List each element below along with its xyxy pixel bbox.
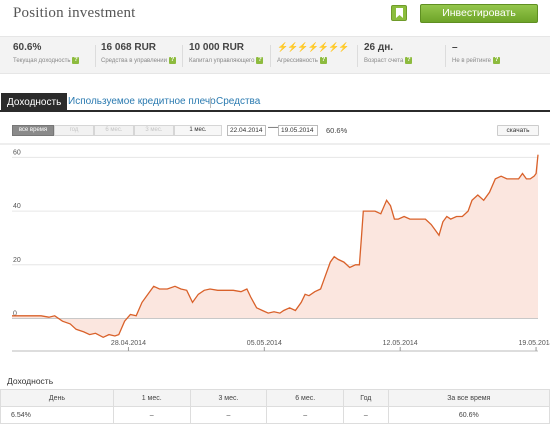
column-header: 3 мес. xyxy=(189,389,268,407)
period-all-time[interactable]: все время xyxy=(12,125,54,136)
column-header: Год xyxy=(343,389,389,407)
y-tick-label: 60 xyxy=(13,149,21,156)
help-icon[interactable]: ? xyxy=(493,57,501,64)
help-icon[interactable]: ? xyxy=(256,57,264,64)
date-to-input[interactable]: 19.05.2014 xyxy=(278,125,318,136)
bookmark-icon xyxy=(396,8,403,18)
tab-separator xyxy=(210,97,211,108)
table-header-row: День 1 мес. 3 мес. 6 мес. Год За все вре… xyxy=(0,389,550,407)
tab-leverage[interactable]: Используемое кредитное плечо xyxy=(68,96,216,107)
tab-funds[interactable]: Средства xyxy=(216,96,260,107)
column-header: День xyxy=(0,389,114,407)
y-tick-label: 40 xyxy=(13,203,21,210)
stat-label: Возраст счета xyxy=(364,58,404,65)
stats-bar: 60.6% Текущая доходность? 16 068 RUR Сре… xyxy=(0,36,550,74)
stat-label: Текущая доходность xyxy=(13,58,71,65)
help-icon[interactable]: ? xyxy=(319,57,327,64)
tab-returns[interactable]: Доходность xyxy=(1,93,68,112)
stat-value: 60.6% xyxy=(13,42,42,53)
table-cell: 60.6% xyxy=(387,406,550,424)
stat-current-return: 60.6% Текущая доходность? xyxy=(13,42,80,65)
bookmark-button[interactable] xyxy=(391,5,407,21)
period-return: 60.6% xyxy=(326,126,348,135)
stat-value: – xyxy=(452,42,458,53)
help-icon[interactable]: ? xyxy=(405,57,413,64)
download-button[interactable]: скачать xyxy=(497,125,539,136)
stat-label: Не в рейтинге xyxy=(452,58,492,65)
table-cell: 6.54% xyxy=(0,406,114,424)
divider xyxy=(357,45,358,67)
column-header: 6 мес. xyxy=(266,389,345,407)
column-header: 1 мес. xyxy=(112,389,191,407)
table-cell: – xyxy=(343,406,389,424)
divider xyxy=(95,45,96,67)
stat-manager-capital: 10 000 RUR Капитал управляющего? xyxy=(189,42,264,65)
stat-value: 26 дн. xyxy=(364,42,394,53)
stat-label: Агрессивность xyxy=(277,58,318,65)
date-range-dash: — xyxy=(268,122,278,133)
y-tick-label: 20 xyxy=(13,257,21,264)
page-title: Position investment xyxy=(13,5,136,21)
stat-value: 16 068 RUR xyxy=(101,42,157,53)
help-icon[interactable]: ? xyxy=(168,57,176,64)
help-icon[interactable]: ? xyxy=(72,57,80,64)
stat-funds-managed: 16 068 RUR Средства в управлении? xyxy=(101,42,176,64)
returns-table: День 1 мес. 3 мес. 6 мес. Год За все вре… xyxy=(0,389,550,424)
x-tick-label: 19.05.2014 xyxy=(519,340,550,347)
x-tick-label: 28.04.2014 xyxy=(111,340,146,347)
divider xyxy=(270,45,271,67)
period-3-months[interactable]: 3 мес. xyxy=(134,125,174,136)
period-year[interactable]: год xyxy=(54,125,94,136)
returns-chart: 0 20 40 60 28.04.2014 05.05.2014 12.05.2014 19.… xyxy=(0,140,550,355)
table-row: 6.54% – – – – 60.6% xyxy=(0,406,550,424)
header: Position investment Инвестировать средст… xyxy=(0,0,550,36)
column-header: За все время xyxy=(387,389,550,407)
period-1-month[interactable]: 1 мес. xyxy=(174,125,222,136)
divider xyxy=(182,45,183,67)
stat-label: Капитал управляющего xyxy=(189,58,255,65)
returns-table-title: Доходность xyxy=(7,376,54,386)
period-6-months[interactable]: 6 мес. xyxy=(94,125,134,136)
x-tick-label: 05.05.2014 xyxy=(247,340,282,347)
table-cell: – xyxy=(189,406,268,424)
returns-chart-svg: 020406028.04.2014 05.05.2014 12.05.2014 19.… xyxy=(0,140,550,355)
aggression-icons: ⚡⚡⚡⚡⚡⚡⚡ xyxy=(277,42,349,52)
x-tick-label: 12.05.2014 xyxy=(383,340,418,347)
divider xyxy=(445,45,446,67)
stat-rating: – Не в рейтинге? xyxy=(452,42,501,65)
tab-bar: Доходность Используемое кредитное плечо … xyxy=(0,93,550,112)
stat-label: Средства в управлении xyxy=(101,58,167,65)
stat-aggressiveness: ⚡⚡⚡⚡⚡⚡⚡ Агрессивность? xyxy=(277,42,349,65)
table-cell: – xyxy=(112,406,191,424)
table-cell: – xyxy=(266,406,345,424)
date-from-input[interactable]: 22.04.2014 xyxy=(227,125,266,136)
stat-value: 10 000 RUR xyxy=(189,42,245,53)
stat-account-age: 26 дн. Возраст счета? xyxy=(364,42,413,65)
invest-button[interactable]: Инвестировать средства xyxy=(420,4,538,36)
